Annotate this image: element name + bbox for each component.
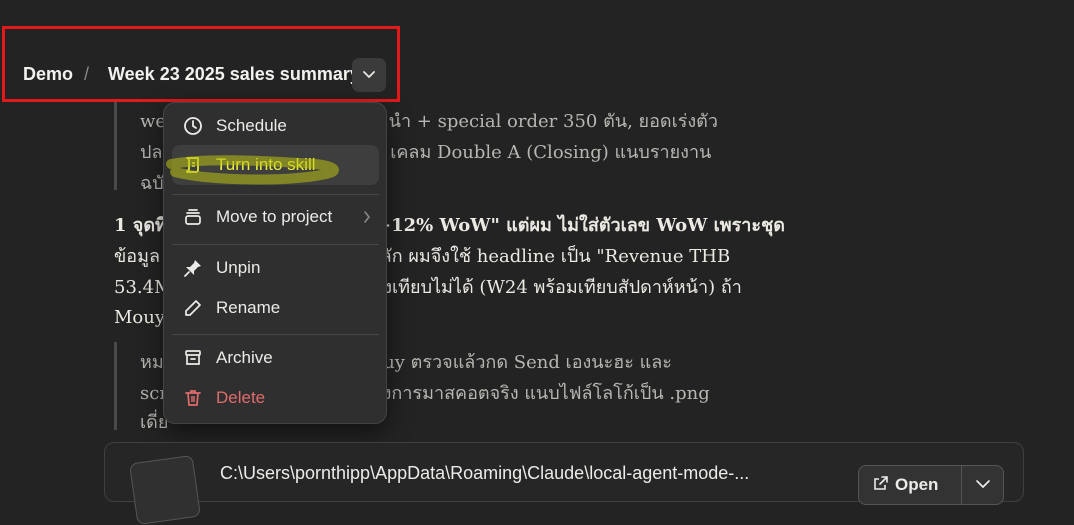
file-thumbnail: [128, 454, 202, 525]
menu-divider: [172, 334, 379, 335]
menu-item-label: Rename: [216, 298, 281, 317]
menu-item-unpin[interactable]: Unpin: [172, 248, 379, 288]
menu-divider: [172, 194, 379, 195]
open-options-button[interactable]: [962, 465, 1004, 505]
open-button-label: Open: [895, 475, 939, 494]
highlight-scribble: [166, 155, 339, 185]
menu-divider: [172, 244, 379, 245]
menu-item-delete[interactable]: Delete: [172, 378, 379, 418]
external-link-icon: [874, 476, 888, 490]
header-bar: Demo / Week 23 2025 sales summary: [0, 0, 1074, 102]
menu-item-move-to-project[interactable]: Move to project: [172, 197, 379, 237]
stack-icon: [182, 206, 204, 228]
menu-item-schedule[interactable]: Schedule: [172, 106, 379, 146]
menu-item-rename[interactable]: Rename: [172, 288, 379, 328]
menu-item-archive[interactable]: Archive: [172, 338, 379, 378]
annotation-box: [2, 26, 400, 102]
menu-item-label: Schedule: [216, 116, 287, 135]
menu-item-label: Unpin: [216, 258, 261, 277]
menu-item-label: Archive: [216, 348, 273, 367]
pin-icon: [182, 257, 204, 279]
menu-item-label: Delete: [216, 388, 266, 407]
open-button[interactable]: Open: [858, 465, 962, 505]
archive-icon: [182, 347, 204, 369]
file-card[interactable]: C:\Users\pornthipp\AppData\Roaming\Claud…: [104, 442, 1024, 525]
clock-icon: [182, 115, 204, 137]
pencil-icon: [182, 297, 204, 319]
chevron-right-icon: [364, 211, 371, 223]
quote-block-1: [114, 98, 140, 190]
file-path: C:\Users\pornthipp\AppData\Roaming\Claud…: [220, 463, 750, 483]
trash-icon: [182, 387, 204, 409]
menu-item-label: Move to project: [216, 207, 333, 226]
quote-block-2: [114, 342, 140, 430]
